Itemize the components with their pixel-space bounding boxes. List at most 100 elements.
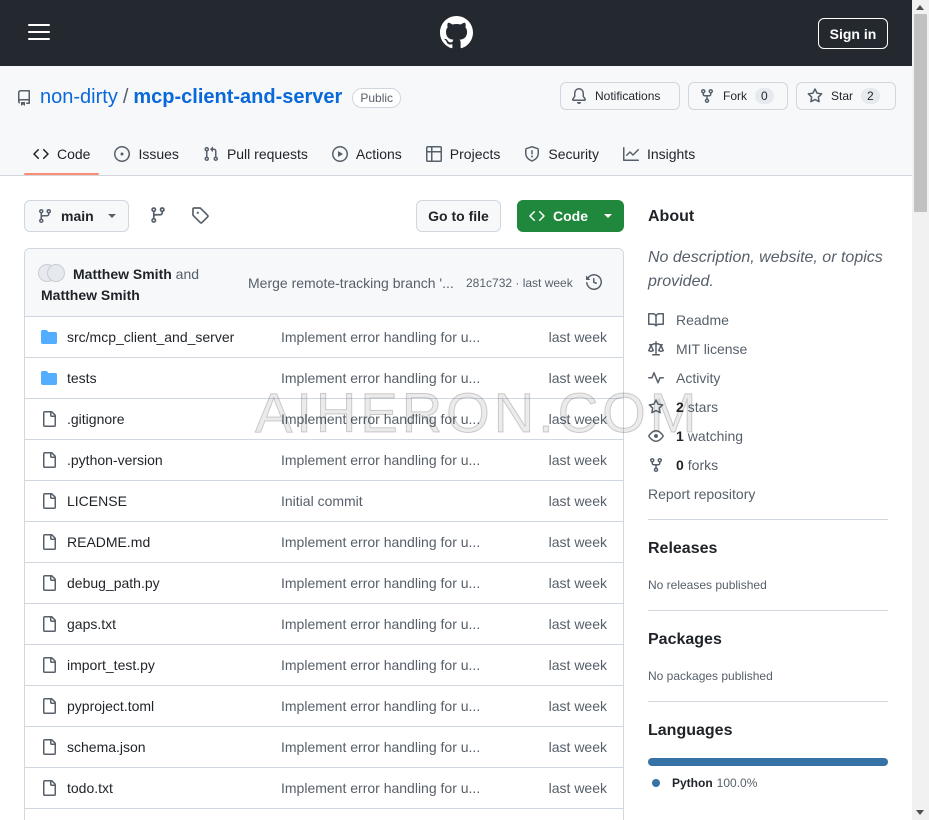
file-commit-message-link[interactable]: Implement error handling for u...	[281, 370, 480, 386]
file-name-link[interactable]: pyproject.toml	[67, 698, 154, 714]
repo-header: non-dirty / mcp-client-and-server Public…	[0, 66, 912, 176]
file-row[interactable]: tests Implement error handling for u... la…	[25, 358, 623, 399]
sign-in-button[interactable]: Sign in	[818, 18, 888, 49]
file-commit-message-link[interactable]: Implement error handling for u...	[281, 616, 480, 632]
repo-owner-link[interactable]: non-dirty	[40, 86, 118, 109]
commit-hash-link[interactable]: 281c732 · last week	[466, 276, 573, 290]
commit-and-text: and	[175, 266, 200, 282]
file-name-link[interactable]: debug_path.py	[67, 575, 160, 591]
commit-message-link[interactable]: Merge remote-tracking branch '...	[248, 275, 454, 291]
forks-link[interactable]: 0 forks	[648, 455, 718, 475]
notifications-label: Notifications	[595, 89, 661, 103]
file-row[interactable]: gaps.txt Implement error handling for u..…	[25, 604, 623, 645]
file-commit-message-link[interactable]: Implement error handling for u...	[281, 739, 480, 755]
file-name-link[interactable]: import_test.py	[67, 657, 155, 673]
book-icon	[648, 312, 664, 327]
tab-actions[interactable]: Actions	[323, 134, 411, 174]
tab-label: Pull requests	[226, 146, 308, 162]
file-commit-message-link[interactable]: Implement error handling for u...	[281, 329, 480, 345]
file-name-link[interactable]: src/mcp_client_and_server	[67, 329, 234, 345]
code-button-label: Code	[553, 208, 588, 224]
file-name-link[interactable]: gaps.txt	[67, 616, 116, 632]
tab-label: Code	[57, 146, 91, 162]
packages-note: No packages published	[648, 669, 773, 683]
file-commit-message-link[interactable]: Implement error handling for u...	[281, 657, 480, 673]
file-icon	[43, 698, 56, 714]
file-commit-message-link[interactable]: Initial commit	[281, 493, 363, 509]
branches-icon[interactable]	[149, 206, 167, 224]
file-row[interactable]: src/mcp_client_and_server Implement error…	[25, 317, 623, 358]
repo-name-link[interactable]: mcp-client-and-server	[133, 86, 342, 109]
report-repository-link[interactable]: Report repository	[648, 484, 755, 504]
file-icon	[43, 616, 56, 632]
tab-issues[interactable]: Issues	[105, 134, 187, 174]
file-row[interactable]: LICENSE Initial commit last week	[25, 481, 623, 522]
chevron-down-icon	[108, 214, 116, 218]
code-dropdown-button[interactable]: Code	[517, 200, 624, 232]
file-row[interactable]: todo.txt Implement error handling for u..…	[25, 768, 623, 809]
tab-insights[interactable]: Insights	[614, 134, 704, 174]
menu-icon[interactable]	[28, 24, 50, 40]
stars-count: 2	[676, 399, 684, 415]
file-name-link[interactable]: .python-version	[67, 452, 163, 468]
watching-link[interactable]: 1 watching	[648, 426, 743, 446]
scroll-down-arrow-icon[interactable]	[916, 810, 924, 815]
commit-author-link[interactable]: Matthew Smith	[73, 266, 172, 282]
file-row[interactable]: import_test.py Implement error handling f…	[25, 645, 623, 686]
file-row[interactable]: schema.json Implement error handling for …	[25, 727, 623, 768]
scroll-thumb[interactable]	[914, 14, 927, 212]
packages-heading[interactable]: Packages	[648, 631, 722, 649]
file-commit-message-link[interactable]: Implement error handling for u...	[281, 698, 480, 714]
tab-code[interactable]: Code	[24, 134, 100, 175]
file-commit-date: last week	[548, 493, 607, 509]
history-icon[interactable]	[586, 274, 602, 290]
file-commit-message-link[interactable]: Implement error handling for u...	[281, 452, 480, 468]
fork-button[interactable]: Fork 0	[688, 82, 788, 110]
file-row[interactable]: .gitignore Implement error handling for u…	[25, 399, 623, 440]
play-icon	[331, 146, 348, 162]
file-row[interactable]: .python-version Implement error handling …	[25, 440, 623, 481]
activity-link[interactable]: Activity	[648, 368, 720, 388]
tab-projects[interactable]: Projects	[417, 134, 510, 174]
language-percent: 100.0%	[716, 776, 758, 790]
scroll-up-arrow-icon[interactable]	[916, 5, 924, 10]
star-button[interactable]: Star 2	[796, 82, 896, 110]
commit-author-link[interactable]: Matthew Smith	[41, 287, 140, 303]
vertical-scrollbar[interactable]	[912, 0, 929, 820]
report-label: Report repository	[648, 486, 756, 502]
tab-pull-requests[interactable]: Pull requests	[194, 134, 317, 174]
tab-security[interactable]: Security	[515, 134, 608, 174]
releases-heading[interactable]: Releases	[648, 540, 717, 558]
language-item-python[interactable]: Python 100.0%	[652, 776, 757, 790]
chevron-down-icon	[604, 214, 612, 218]
star-icon	[807, 88, 823, 103]
file-name-link[interactable]: schema.json	[67, 739, 146, 755]
pulse-icon	[648, 372, 664, 384]
license-link[interactable]: MIT license	[648, 339, 747, 359]
file-row[interactable]: debug_path.py Implement error handling fo…	[25, 563, 623, 604]
file-commit-message-link[interactable]: Implement error handling for u...	[281, 411, 480, 427]
file-commit-message-link[interactable]: Implement error handling for u...	[281, 534, 480, 550]
file-commit-message-link[interactable]: Implement error handling for u...	[281, 575, 480, 591]
file-commit-message-link[interactable]: Implement error handling for u...	[281, 780, 480, 796]
readme-link[interactable]: Readme	[648, 310, 729, 330]
file-name-link[interactable]: LICENSE	[67, 493, 127, 509]
file-commit-date: last week	[548, 452, 607, 468]
file-name-link[interactable]: todo.txt	[67, 780, 113, 796]
tab-label: Projects	[449, 146, 501, 162]
repo-title: non-dirty / mcp-client-and-server Public	[40, 86, 402, 109]
language-color-dot	[652, 779, 660, 787]
file-row[interactable]: README.md Implement error handling for u.…	[25, 522, 623, 563]
notifications-button[interactable]: Notifications	[560, 82, 680, 110]
file-name-link[interactable]: README.md	[67, 534, 150, 550]
language-name: Python	[672, 776, 713, 790]
file-name-link[interactable]: tests	[67, 370, 97, 386]
go-to-file-button[interactable]: Go to file	[416, 200, 501, 232]
stars-link[interactable]: 2 stars	[648, 397, 718, 417]
github-logo-icon[interactable]	[440, 16, 473, 49]
file-row[interactable]: pyproject.toml Implement error handling f…	[25, 686, 623, 727]
tag-icon[interactable]	[191, 206, 209, 224]
file-name-link[interactable]: .gitignore	[67, 411, 125, 427]
file-commit-date: last week	[548, 370, 607, 386]
branch-selector-button[interactable]: main	[24, 200, 129, 232]
